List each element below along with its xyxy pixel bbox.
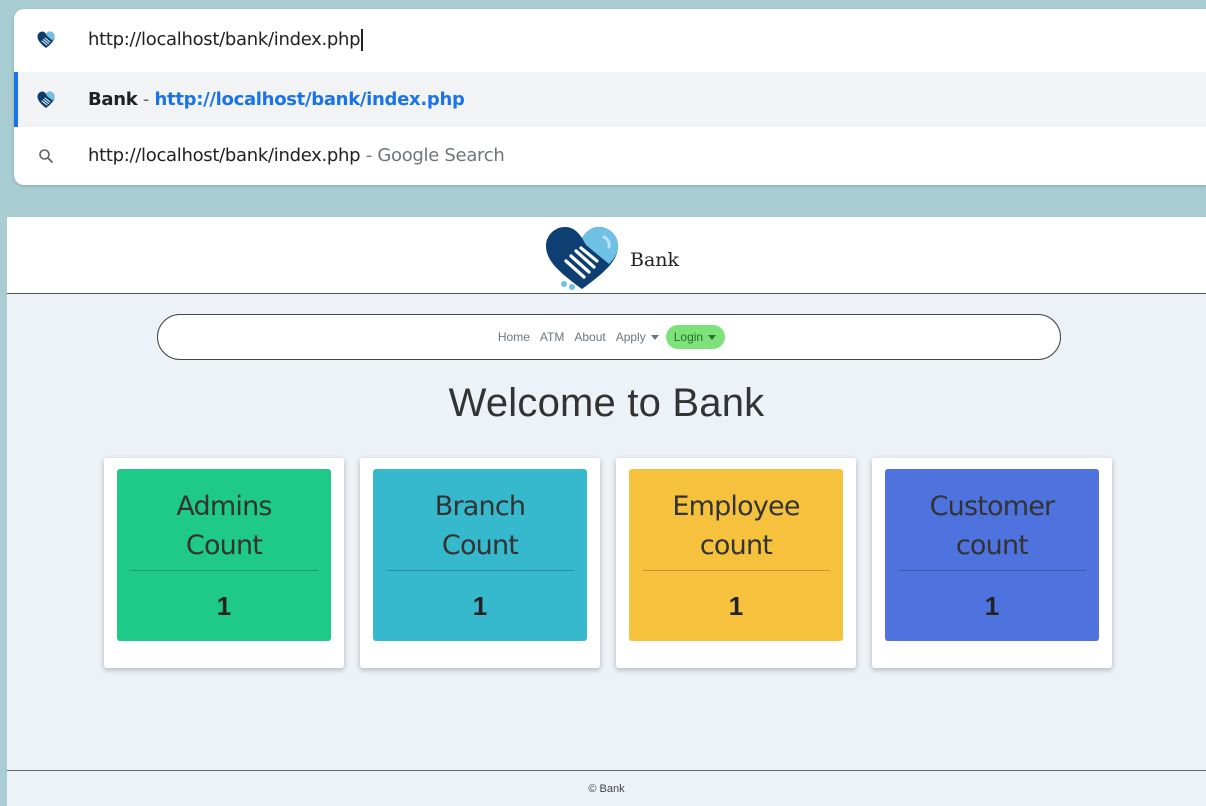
divider — [130, 570, 318, 571]
omnibox-suggestion-search[interactable]: http://localhost/bank/index.php - Google… — [14, 128, 1206, 183]
stat-card-title: Admins Count — [176, 491, 272, 561]
stats-cards: Admins Count 1 Branch Count 1 Employee c… — [104, 458, 1112, 668]
suggestion-title: Bank — [88, 89, 138, 110]
stat-card-title: Branch Count — [434, 491, 526, 561]
divider — [898, 570, 1086, 571]
omnibox-suggestion-bank[interactable]: Bank - http://localhost/bank/index.php — [14, 72, 1206, 127]
search-icon — [36, 146, 56, 166]
stat-card-branch: Branch Count 1 — [360, 458, 600, 668]
site-favicon-icon — [36, 90, 56, 110]
stat-card-admins: Admins Count 1 — [104, 458, 344, 668]
stat-card-panel: Employee count 1 — [629, 469, 843, 641]
nav-apply-label: Apply — [615, 330, 646, 344]
stat-card-title: Employee count — [672, 491, 800, 561]
nav-home[interactable]: Home — [498, 330, 530, 344]
search-suffix: - Google Search — [360, 145, 505, 166]
stat-card-title: Customer count — [929, 491, 1056, 561]
stat-card-value: 1 — [472, 591, 488, 621]
suggestion-separator: - — [137, 89, 155, 110]
stat-card-value: 1 — [984, 591, 1000, 621]
site-header: Bank — [7, 217, 1206, 294]
search-query: http://localhost/bank/index.php — [88, 145, 361, 166]
login-dropdown-button[interactable]: Login — [665, 325, 726, 349]
chevron-down-icon — [708, 335, 717, 341]
login-label: Login — [673, 330, 704, 344]
address-input-value[interactable]: http://localhost/bank/index.php — [88, 29, 361, 50]
main-navbar: Home ATM About Apply Login — [157, 314, 1061, 360]
suggestion-url: http://localhost/bank/index.php — [154, 89, 465, 110]
browser-omnibox-area: http://localhost/bank/index.php Bank - h… — [0, 0, 1206, 196]
brand[interactable]: Bank — [542, 225, 679, 291]
nav-apply-dropdown[interactable]: Apply — [616, 330, 659, 344]
stat-card-panel: Customer count 1 — [885, 469, 1099, 641]
site-favicon-icon — [36, 30, 56, 50]
text-cursor — [361, 28, 363, 51]
divider — [386, 570, 574, 571]
stat-card-value: 1 — [216, 591, 232, 621]
stat-card-panel: Branch Count 1 — [373, 469, 587, 641]
page-title: Welcome to Bank — [448, 381, 765, 425]
divider — [642, 570, 830, 571]
handshake-heart-logo-icon — [546, 227, 618, 290]
stat-card-customer: Customer count 1 — [872, 458, 1112, 668]
address-bar[interactable]: http://localhost/bank/index.php — [14, 12, 1206, 67]
omnibox-dropdown: http://localhost/bank/index.php Bank - h… — [14, 9, 1206, 185]
stat-card-employee: Employee count 1 — [616, 458, 856, 668]
stat-card-value: 1 — [728, 591, 744, 621]
nav-about[interactable]: About — [574, 330, 605, 344]
footer-copyright: © Bank — [588, 783, 625, 795]
chevron-down-icon — [650, 335, 659, 341]
site-footer: © Bank — [7, 770, 1206, 806]
nav-atm[interactable]: ATM — [540, 330, 564, 344]
brand-name: Bank — [630, 249, 680, 271]
stat-card-panel: Admins Count 1 — [117, 469, 331, 641]
bank-page: Bank Home ATM About Apply Login Welcome … — [7, 217, 1206, 806]
